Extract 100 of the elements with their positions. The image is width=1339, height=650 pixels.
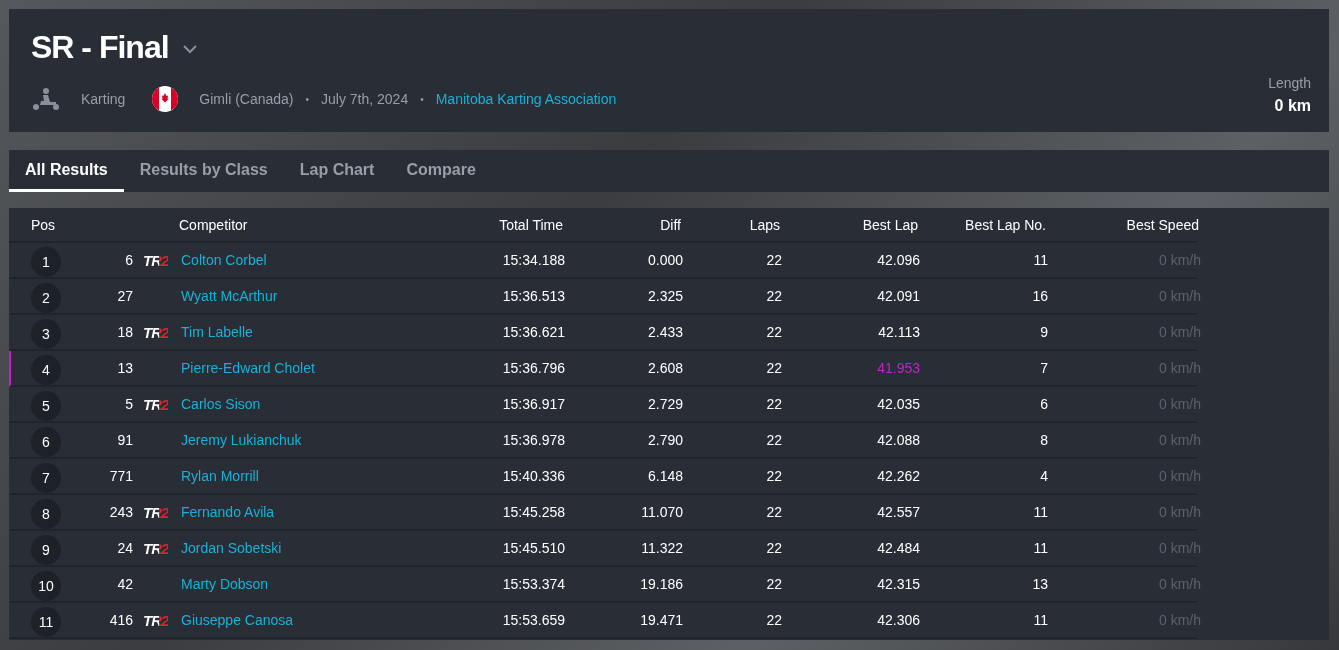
location-text: Gimli (Canada)	[199, 91, 294, 107]
kart-number: 243	[108, 504, 133, 520]
table-cell-text: 22	[765, 504, 782, 520]
kart-number: 18	[116, 324, 133, 340]
position-badge: 11	[31, 607, 61, 637]
table-cell-text: 22	[765, 432, 782, 448]
position-badge: 2	[31, 283, 61, 313]
competitor-link[interactable]: Wyatt McArthur	[181, 288, 278, 304]
table-cell-text: 15:40.336	[501, 468, 565, 484]
table-cell-text: 22	[765, 288, 782, 304]
event-title: SR - Final	[31, 28, 169, 66]
position-badge: 1	[31, 247, 61, 277]
table-cell-text: 42.557	[876, 504, 920, 520]
table-cell-text: 6	[1039, 396, 1048, 412]
table-cell-text: 2.608	[646, 360, 683, 376]
table-cell-text: 15:45.510	[501, 540, 565, 556]
table-cell-text: 15:36.978	[501, 432, 565, 448]
position-badge: 8	[31, 499, 61, 529]
table-cell-text: 19.186	[639, 576, 683, 592]
column-header: Best Speed	[1125, 216, 1199, 233]
kart-number: 6	[124, 252, 133, 268]
kart-number: 42	[116, 576, 133, 592]
competitor-link[interactable]: Marty Dobson	[181, 576, 269, 592]
table-cell-text: 42.306	[876, 612, 920, 628]
table-cell-text: 22	[765, 396, 782, 412]
table-cell-text: 4	[1039, 468, 1048, 484]
table-cell-text: 11.070	[640, 504, 683, 520]
table-cell-text: 11	[1032, 612, 1048, 628]
table-cell-text: 16	[1031, 288, 1048, 304]
table-cell-text: 11	[1032, 504, 1048, 520]
table-cell-text: 2.433	[646, 324, 683, 340]
date-text: July 7th, 2024	[321, 91, 409, 107]
table-cell-text: 22	[765, 612, 782, 628]
length-label: Length	[1268, 75, 1311, 91]
table-cell-text: 22	[765, 468, 782, 484]
table-cell-text: 13	[1031, 576, 1048, 592]
competitor-link[interactable]: Carlos Sison	[181, 396, 261, 412]
tab[interactable]: Compare	[390, 150, 492, 192]
chevron-down-icon[interactable]	[182, 44, 197, 54]
separator-dot: •	[420, 93, 424, 105]
table-cell-text: 42.096	[876, 252, 920, 268]
table-cell-text: 11.322	[640, 540, 683, 556]
position-badge: 7	[31, 463, 61, 493]
table-cell-text: 15:53.374	[501, 576, 565, 592]
competitor-link[interactable]: Pierre-Edward Cholet	[181, 360, 315, 376]
table-cell-text: 0.000	[646, 252, 683, 268]
tab[interactable]: Lap Chart	[283, 150, 391, 192]
competitor-link[interactable]: Tim Labelle	[181, 324, 253, 340]
column-header: Competitor	[179, 216, 249, 233]
organizer-link[interactable]: Manitoba Karting Association	[435, 91, 617, 107]
kart-number: 27	[116, 288, 133, 304]
column-header: Best Lap	[861, 216, 918, 233]
competitor-link[interactable]: Jordan Sobetski	[181, 540, 282, 556]
kart-number: 416	[108, 612, 133, 628]
competitor-link[interactable]: Rylan Morrill	[181, 468, 259, 484]
table-cell-text: 15:53.659	[501, 612, 565, 628]
table-cell-text: 22	[765, 360, 782, 376]
kart-number: 771	[108, 468, 133, 484]
column-header: Best Lap No.	[964, 216, 1046, 233]
flag-icon	[151, 85, 180, 113]
kart-number: 5	[124, 396, 133, 412]
competitor-link[interactable]: Fernando Avila	[181, 504, 275, 520]
competitor-link[interactable]: Giuseppe Canosa	[181, 612, 294, 628]
table-cell-text: 42.113	[877, 324, 920, 340]
table-cell-text: 22	[765, 576, 782, 592]
table-cell-text: 42.035	[876, 396, 920, 412]
table-cell-text: 15:45.258	[501, 504, 565, 520]
table-cell-text: 22	[765, 324, 782, 340]
position-badge: 9	[31, 535, 61, 565]
tab[interactable]: Results by Class	[123, 150, 284, 192]
table-cell-text: 41.953	[876, 360, 920, 376]
table-cell-text: 15:36.917	[501, 396, 565, 412]
table-cell-text: 22	[765, 252, 782, 268]
position-badge: 10	[31, 571, 61, 601]
table-cell-text: 42.091	[876, 288, 920, 304]
position-badge: 3	[31, 319, 61, 349]
table-cell-text: 42.484	[876, 540, 920, 556]
table-cell-text: 7	[1039, 360, 1048, 376]
position-badge: 6	[31, 427, 61, 457]
competitor-link[interactable]: Jeremy Lukianchuk	[181, 432, 302, 448]
table-cell-text: 6.148	[646, 468, 683, 484]
position-badge: 5	[31, 391, 61, 421]
table-cell-text: 42.315	[876, 576, 920, 592]
table-cell-text: 15:36.621	[501, 324, 565, 340]
position-badge: 4	[31, 355, 61, 385]
kart-number: 24	[116, 540, 133, 556]
table-cell-text: 15:36.513	[501, 288, 565, 304]
table-cell-text: 8	[1039, 432, 1048, 448]
competitor-link[interactable]: Colton Corbel	[181, 252, 267, 268]
table-cell-text: 42.088	[876, 432, 920, 448]
column-header: Pos	[30, 216, 57, 233]
kart-icon	[31, 87, 61, 111]
length-value: 0 km	[1274, 97, 1311, 115]
table-cell-text: 2.729	[646, 396, 683, 412]
sport-label: Karting	[81, 91, 126, 107]
kart-number: 13	[116, 360, 133, 376]
tab[interactable]: All Results	[9, 150, 124, 192]
table-cell-text: 22	[765, 540, 782, 556]
table-cell-text: 19.471	[639, 612, 683, 628]
column-header: Laps	[748, 216, 780, 233]
